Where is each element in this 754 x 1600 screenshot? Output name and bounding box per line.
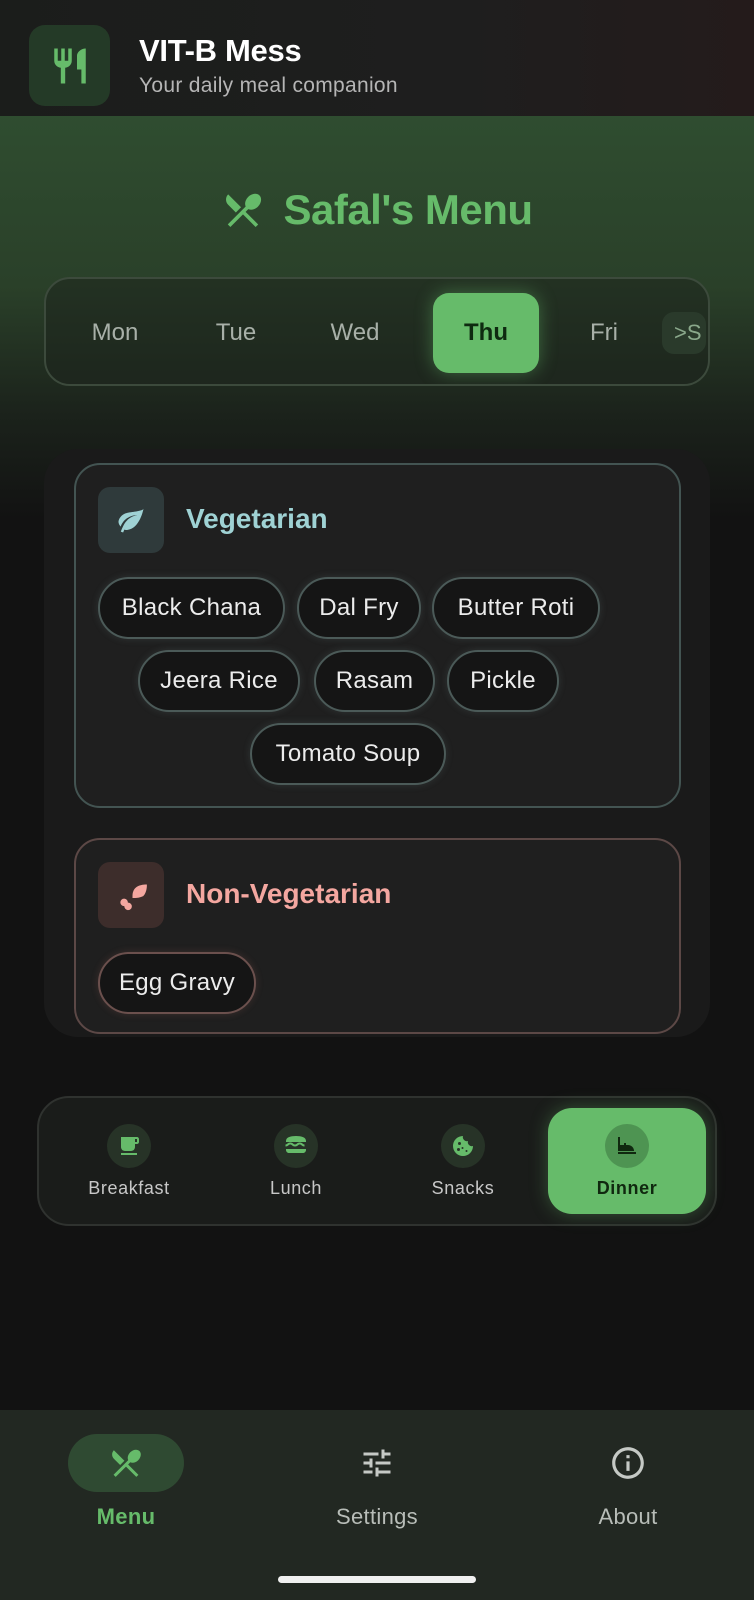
- non-vegetarian-section: Non-Vegetarian Egg Gravy: [74, 838, 681, 1034]
- non-vegetarian-title: Non-Vegetarian: [186, 878, 392, 909]
- menu-item-chip: Black Chana: [98, 577, 285, 639]
- meal-selector: Breakfast Lunch Snacks Dinner: [37, 1096, 717, 1226]
- day-selector: Mon Tue Wed Thu Fri >S: [44, 277, 710, 386]
- nav-item-settings[interactable]: Settings: [277, 1434, 477, 1544]
- meal-icon-box: [274, 1123, 318, 1168]
- nav-label: About: [598, 1504, 658, 1529]
- vegetarian-icon-box: [98, 487, 164, 553]
- cookie-icon: [453, 1135, 473, 1156]
- utensils-icon: [112, 1449, 141, 1477]
- meal-icon-box: [605, 1123, 649, 1168]
- nav-pill: [68, 1434, 184, 1492]
- menu-item-chip: Egg Gravy: [98, 952, 256, 1014]
- meal-label: Dinner: [596, 1177, 658, 1198]
- menu-item-chip: Butter Roti: [432, 577, 600, 639]
- leaf-icon: [118, 508, 144, 533]
- menu-heading: Safal's Menu: [0, 180, 754, 240]
- meal-tab-dinner[interactable]: Dinner: [548, 1108, 706, 1214]
- day-tab-thu[interactable]: Thu: [433, 293, 539, 373]
- drumstick-icon: [120, 884, 147, 911]
- meal-icon-box: [441, 1123, 485, 1168]
- meal-icon-box: [107, 1123, 151, 1168]
- meal-label: Snacks: [431, 1177, 495, 1198]
- nav-label: Settings: [336, 1504, 418, 1529]
- app-title: VIT-B Mess: [139, 33, 302, 68]
- nav-pill: [570, 1434, 686, 1492]
- info-icon: [612, 1447, 644, 1479]
- app-logo: [29, 25, 110, 106]
- day-tab-wed[interactable]: Wed: [302, 293, 408, 373]
- vegetarian-title: Vegetarian: [186, 503, 328, 534]
- app-subtitle: Your daily meal companion: [139, 74, 398, 97]
- menu-item-chip: Dal Fry: [297, 577, 421, 639]
- meal-tab-breakfast[interactable]: Breakfast: [49, 1108, 209, 1214]
- app-header: VIT-B Mess Your daily meal companion: [0, 0, 754, 116]
- non-vegetarian-icon-box: [98, 862, 164, 928]
- nav-label: Menu: [96, 1504, 156, 1529]
- burger-icon: [285, 1135, 306, 1153]
- nav-pill: [319, 1434, 435, 1492]
- day-tab-mon[interactable]: Mon: [62, 293, 168, 373]
- meal-label: Lunch: [269, 1177, 323, 1198]
- menu-item-chip: Tomato Soup: [250, 723, 446, 785]
- day-tab-tue[interactable]: Tue: [183, 293, 289, 373]
- meal-label: Breakfast: [88, 1177, 170, 1198]
- dinner-table-icon: [618, 1136, 636, 1154]
- utensils-crossed-icon: [226, 193, 262, 228]
- home-indicator: [278, 1576, 476, 1583]
- coffee-cup-icon: [121, 1136, 139, 1155]
- fork-knife-icon: [53, 48, 86, 83]
- menu-item-chip: Pickle: [447, 650, 559, 712]
- menu-item-chip: Jeera Rice: [138, 650, 300, 712]
- vegetarian-section: Vegetarian Black Chana Dal Fry Butter Ro…: [74, 463, 681, 808]
- meal-tab-lunch[interactable]: Lunch: [216, 1108, 376, 1214]
- nav-item-menu[interactable]: Menu: [26, 1434, 226, 1544]
- day-scroll-more[interactable]: >S: [662, 312, 706, 354]
- nav-item-about[interactable]: About: [528, 1434, 728, 1544]
- bottom-navigation: Menu Settings About: [0, 1410, 754, 1600]
- menu-item-chip: Rasam: [314, 650, 435, 712]
- meal-tab-snacks[interactable]: Snacks: [383, 1108, 543, 1214]
- sliders-icon: [363, 1449, 391, 1477]
- menu-title: Safal's Menu: [283, 186, 533, 233]
- day-tab-fri[interactable]: Fri: [551, 293, 657, 373]
